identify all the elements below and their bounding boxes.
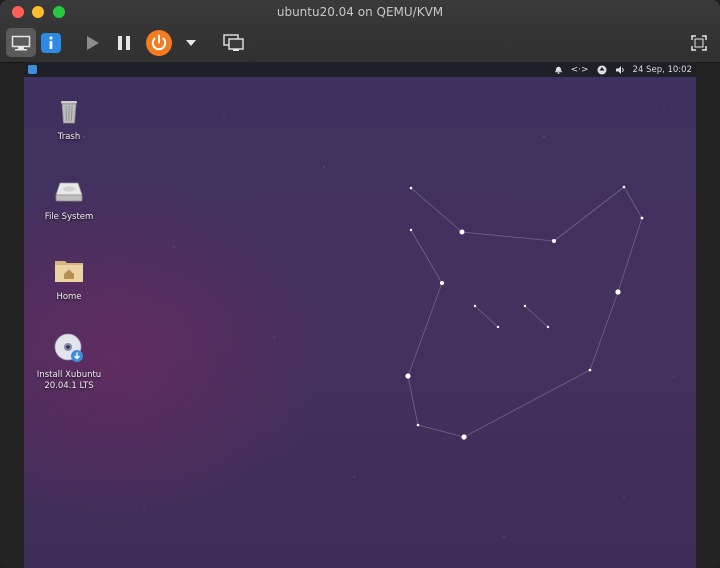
install-disc-icon — [54, 333, 83, 362]
volume-icon[interactable] — [615, 65, 625, 75]
xfce-top-panel: <·> 24 Sep, 10:02 — [24, 62, 696, 77]
snapshots-button[interactable] — [222, 28, 246, 57]
display-console-button[interactable] — [6, 28, 36, 57]
desktop[interactable]: Trash File System Home Install Xubuntu 2… — [24, 77, 696, 568]
trash-icon — [61, 101, 77, 124]
desktop-icon-file-system[interactable]: File System — [34, 175, 104, 223]
desktop-icon-install-xubuntu[interactable]: Install Xubuntu 20.04.1 LTS — [34, 333, 104, 392]
clock[interactable]: 24 Sep, 10:02 — [633, 65, 692, 75]
run-button[interactable] — [84, 28, 102, 57]
desktop-icon-label: Install Xubuntu 20.04.1 LTS — [36, 370, 102, 391]
pause-icon — [118, 35, 130, 50]
vm-details-button[interactable] — [40, 28, 62, 57]
updates-icon[interactable] — [597, 65, 607, 75]
shutdown-menu-button[interactable] — [184, 28, 198, 57]
fullscreen-icon — [691, 34, 707, 51]
title-bar: ubuntu20.04 on QEMU/KVM — [0, 0, 720, 63]
bell-icon[interactable] — [554, 65, 563, 74]
wallpaper-constellation — [83, 106, 675, 538]
desktop-icon-home[interactable]: Home — [34, 255, 104, 303]
desktop-icon-label: File System — [44, 212, 94, 222]
network-icon[interactable]: <·> — [571, 65, 589, 75]
chevron-down-icon — [186, 39, 196, 46]
info-icon — [41, 32, 61, 53]
vm-window: ubuntu20.04 on QEMU/KVM <·> 24 Sep, 10:0… — [0, 0, 720, 568]
pause-button[interactable] — [115, 28, 133, 57]
whisker-menu-button[interactable] — [28, 65, 37, 74]
monitor-icon — [11, 35, 31, 50]
drive-icon — [55, 182, 83, 202]
folder-home-icon — [55, 261, 83, 282]
play-icon — [87, 35, 99, 50]
snapshots-icon — [223, 33, 244, 51]
shutdown-button[interactable] — [145, 28, 173, 57]
desktop-icon-trash[interactable]: Trash — [34, 95, 104, 143]
fullscreen-button[interactable] — [689, 28, 709, 57]
desktop-icon-label: Home — [56, 292, 82, 302]
vm-display[interactable]: <·> 24 Sep, 10:02 Trash File System Home… — [24, 62, 696, 568]
power-icon — [146, 29, 172, 56]
window-title: ubuntu20.04 on QEMU/KVM — [276, 5, 444, 19]
desktop-icon-label: Trash — [57, 132, 81, 142]
panel-tray: <·> 24 Sep, 10:02 — [554, 62, 692, 77]
